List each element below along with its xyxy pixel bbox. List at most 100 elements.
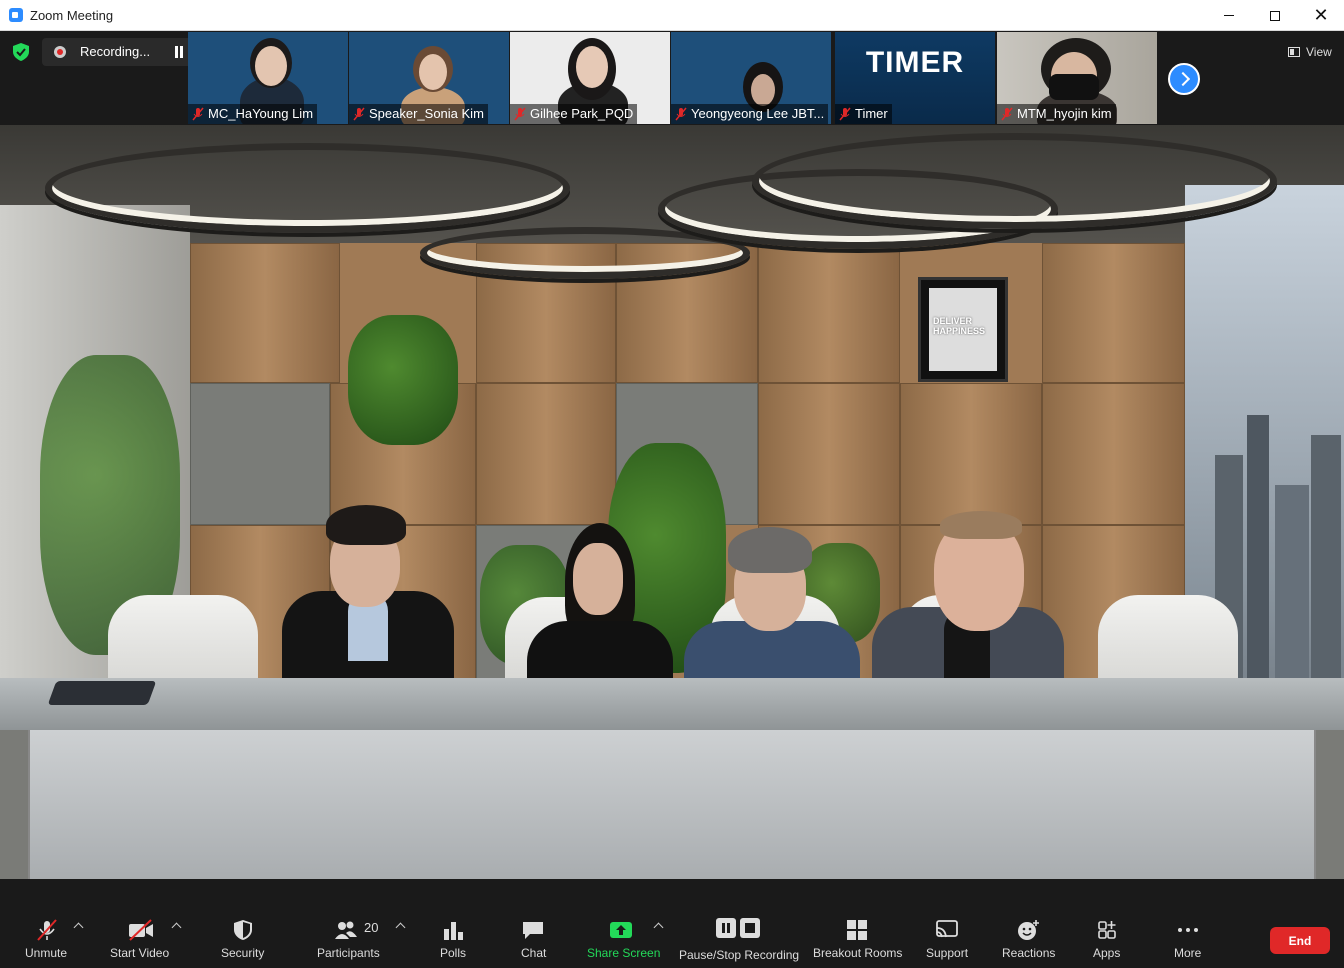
chat-label: Chat <box>521 946 547 960</box>
view-label: View <box>1306 45 1332 59</box>
participant-face <box>255 46 287 86</box>
breakout-rooms-label: Breakout Rooms <box>813 946 903 960</box>
pause-stop-icon <box>716 918 760 938</box>
person-hair <box>940 511 1022 539</box>
participants-label: Participants <box>317 946 380 960</box>
minimize-icon <box>1224 15 1234 16</box>
more-icon <box>1178 928 1198 932</box>
ceiling-ring-light <box>420 227 750 279</box>
unmute-label: Unmute <box>25 946 68 960</box>
wall-panel <box>190 243 340 383</box>
view-icon <box>1288 47 1300 57</box>
wall-panel <box>1042 243 1185 383</box>
security-button[interactable]: Security <box>218 879 268 968</box>
start-video-label: Start Video <box>110 946 170 960</box>
maximize-button[interactable] <box>1252 0 1298 31</box>
close-icon: ✕ <box>1313 5 1329 25</box>
mic-muted-icon <box>1001 107 1013 121</box>
more-label: More <box>1174 946 1202 960</box>
participant-name: Gilhee Park_PQD <box>510 104 638 124</box>
support-label: Support <box>926 946 969 960</box>
breakout-rooms-icon <box>847 920 867 940</box>
security-label: Security <box>221 946 265 960</box>
mic-muted-icon <box>839 107 851 121</box>
apps-button[interactable]: Apps <box>1090 879 1124 968</box>
table-front <box>28 730 1316 879</box>
next-page-button[interactable] <box>1168 63 1200 95</box>
reactions-button[interactable]: Reactions <box>1000 879 1056 968</box>
shield-check-icon[interactable] <box>13 43 29 61</box>
support-button[interactable]: Support <box>924 879 970 968</box>
polls-button[interactable]: Polls <box>436 879 470 968</box>
audio-options-caret[interactable] <box>73 922 84 933</box>
wall-panel <box>900 383 1042 525</box>
mic-muted-icon <box>675 107 687 121</box>
person-hair <box>326 505 406 545</box>
emoji-icon <box>1018 920 1039 940</box>
chat-icon <box>523 922 543 939</box>
mic-muted-icon <box>514 107 526 121</box>
participant-tile[interactable]: Speaker_Sonia Kim <box>349 32 509 124</box>
participant-tile[interactable]: MTM_hyojin kim <box>997 32 1157 124</box>
main-video: DELIVER HAPPINESS <box>0 125 1344 879</box>
participant-tile[interactable]: Yeongyeong Lee JBT... <box>671 32 831 124</box>
poster-inner: DELIVER HAPPINESS <box>929 288 997 371</box>
participants-icon <box>335 921 357 939</box>
video-off-icon <box>129 919 153 941</box>
close-button[interactable]: ✕ <box>1298 0 1344 31</box>
wall-panel <box>476 383 616 525</box>
participant-tile[interactable]: TIMER Timer <box>835 32 995 124</box>
reactions-label: Reactions <box>1002 946 1056 960</box>
zoom-app-icon <box>9 8 23 22</box>
mic-muted-icon <box>37 919 57 941</box>
view-button[interactable]: View <box>1282 41 1338 63</box>
table-tablet <box>47 681 157 705</box>
person-hair <box>728 527 812 573</box>
wall-panel <box>1042 383 1185 525</box>
wall-poster: DELIVER HAPPINESS <box>918 277 1008 382</box>
participants-button[interactable]: 20 Participants <box>314 879 384 968</box>
ceiling-ring-light <box>752 133 1277 229</box>
more-button[interactable]: More <box>1170 879 1206 968</box>
participant-face <box>576 46 608 88</box>
share-screen-label: Share Screen <box>587 946 661 960</box>
polls-label: Polls <box>440 946 467 960</box>
title-bar: Zoom Meeting ✕ <box>0 0 1344 31</box>
breakout-rooms-button[interactable]: Breakout Rooms <box>812 879 902 968</box>
meeting-toolbar: Unmute Start Video Security 20 Participa… <box>0 879 1344 968</box>
participant-face <box>419 54 447 90</box>
participant-name: MC_HaYoung Lim <box>188 104 318 124</box>
pause-stop-recording-label: Pause/Stop Recording <box>679 948 800 962</box>
recording-dot-icon <box>54 46 66 58</box>
mic-muted-icon <box>353 107 365 121</box>
participant-tile[interactable]: Gilhee Park_PQD <box>510 32 670 124</box>
poster-text: DELIVER HAPPINESS <box>933 316 986 336</box>
polls-icon <box>444 922 463 940</box>
pause-recording-icon[interactable] <box>173 46 185 58</box>
end-meeting-button[interactable]: End <box>1270 927 1330 954</box>
hanging-plant <box>348 315 458 445</box>
minimize-button[interactable] <box>1206 0 1252 31</box>
chat-button[interactable]: Chat <box>517 879 551 968</box>
shield-icon <box>234 920 252 940</box>
maximize-icon <box>1270 10 1280 21</box>
participant-name: MTM_hyojin kim <box>997 104 1116 124</box>
share-screen-icon <box>610 922 632 938</box>
participants-options-caret[interactable] <box>395 922 406 933</box>
person-1 <box>282 505 454 681</box>
cast-icon <box>936 920 958 938</box>
unmute-button[interactable]: Unmute <box>20 879 74 968</box>
start-video-button[interactable]: Start Video <box>106 879 176 968</box>
share-screen-button[interactable]: Share Screen <box>585 879 661 968</box>
pause-stop-recording-button[interactable]: Pause/Stop Recording <box>678 879 800 968</box>
apps-label: Apps <box>1093 946 1121 960</box>
mic-muted-icon <box>192 107 204 121</box>
participant-name: Yeongyeong Lee JBT... <box>671 104 829 124</box>
apps-icon <box>1098 921 1116 939</box>
participant-tile[interactable]: MC_HaYoung Lim <box>188 32 348 124</box>
participants-count: 20 <box>364 920 379 935</box>
person-2 <box>527 523 673 681</box>
person-3 <box>684 527 860 681</box>
participant-name: Speaker_Sonia Kim <box>349 104 488 124</box>
chair <box>1098 595 1238 690</box>
